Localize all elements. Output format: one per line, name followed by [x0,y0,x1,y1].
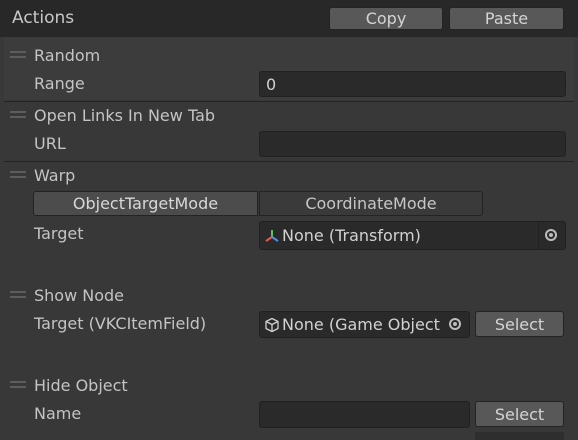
divider [4,101,574,102]
name-input[interactable] [259,401,470,428]
copy-button[interactable]: Copy [329,7,443,30]
range-label: Range [34,74,85,93]
hide-object-select-button[interactable]: Select [475,401,564,427]
show-node-target-value: None (Game Object) [282,315,441,334]
url-input[interactable] [259,131,566,157]
object-picker-icon[interactable] [541,225,561,245]
warp-target-field[interactable]: None (Transform) [259,221,566,250]
drag-handle-icon[interactable] [10,51,26,58]
hide-object-title: Hide Object [34,376,128,395]
divider [442,312,443,337]
drag-handle-icon[interactable] [10,381,26,388]
drag-handle-icon[interactable] [10,111,26,118]
header-title: Actions [12,8,75,28]
drag-handle-icon[interactable] [10,171,26,178]
name-label: Name [34,404,82,423]
divider [538,222,539,249]
open-links-title: Open Links In New Tab [34,106,216,125]
range-input[interactable]: 0 [259,71,566,97]
gameobject-icon [265,317,279,332]
transform-icon [265,229,279,242]
drag-handle-icon[interactable] [10,291,26,298]
paste-button[interactable]: Paste [449,7,564,30]
show-node-target-label: Target (VKCItemField) [34,314,207,333]
tab-object-target-mode[interactable]: ObjectTargetMode [33,191,258,216]
random-title: Random [34,46,101,65]
warp-target-value: None (Transform) [282,226,421,245]
show-node-select-button[interactable]: Select [475,311,564,337]
warp-title: Warp [34,166,76,185]
object-picker-icon[interactable] [445,314,465,334]
show-node-title: Show Node [34,286,125,305]
divider [4,161,574,162]
warp-target-label: Target [34,224,84,243]
show-node-target-field[interactable]: None (Game Object) [259,311,470,338]
url-label: URL [34,134,66,153]
tab-coordinate-mode[interactable]: CoordinateMode [259,191,483,216]
footer-tab [475,432,564,440]
